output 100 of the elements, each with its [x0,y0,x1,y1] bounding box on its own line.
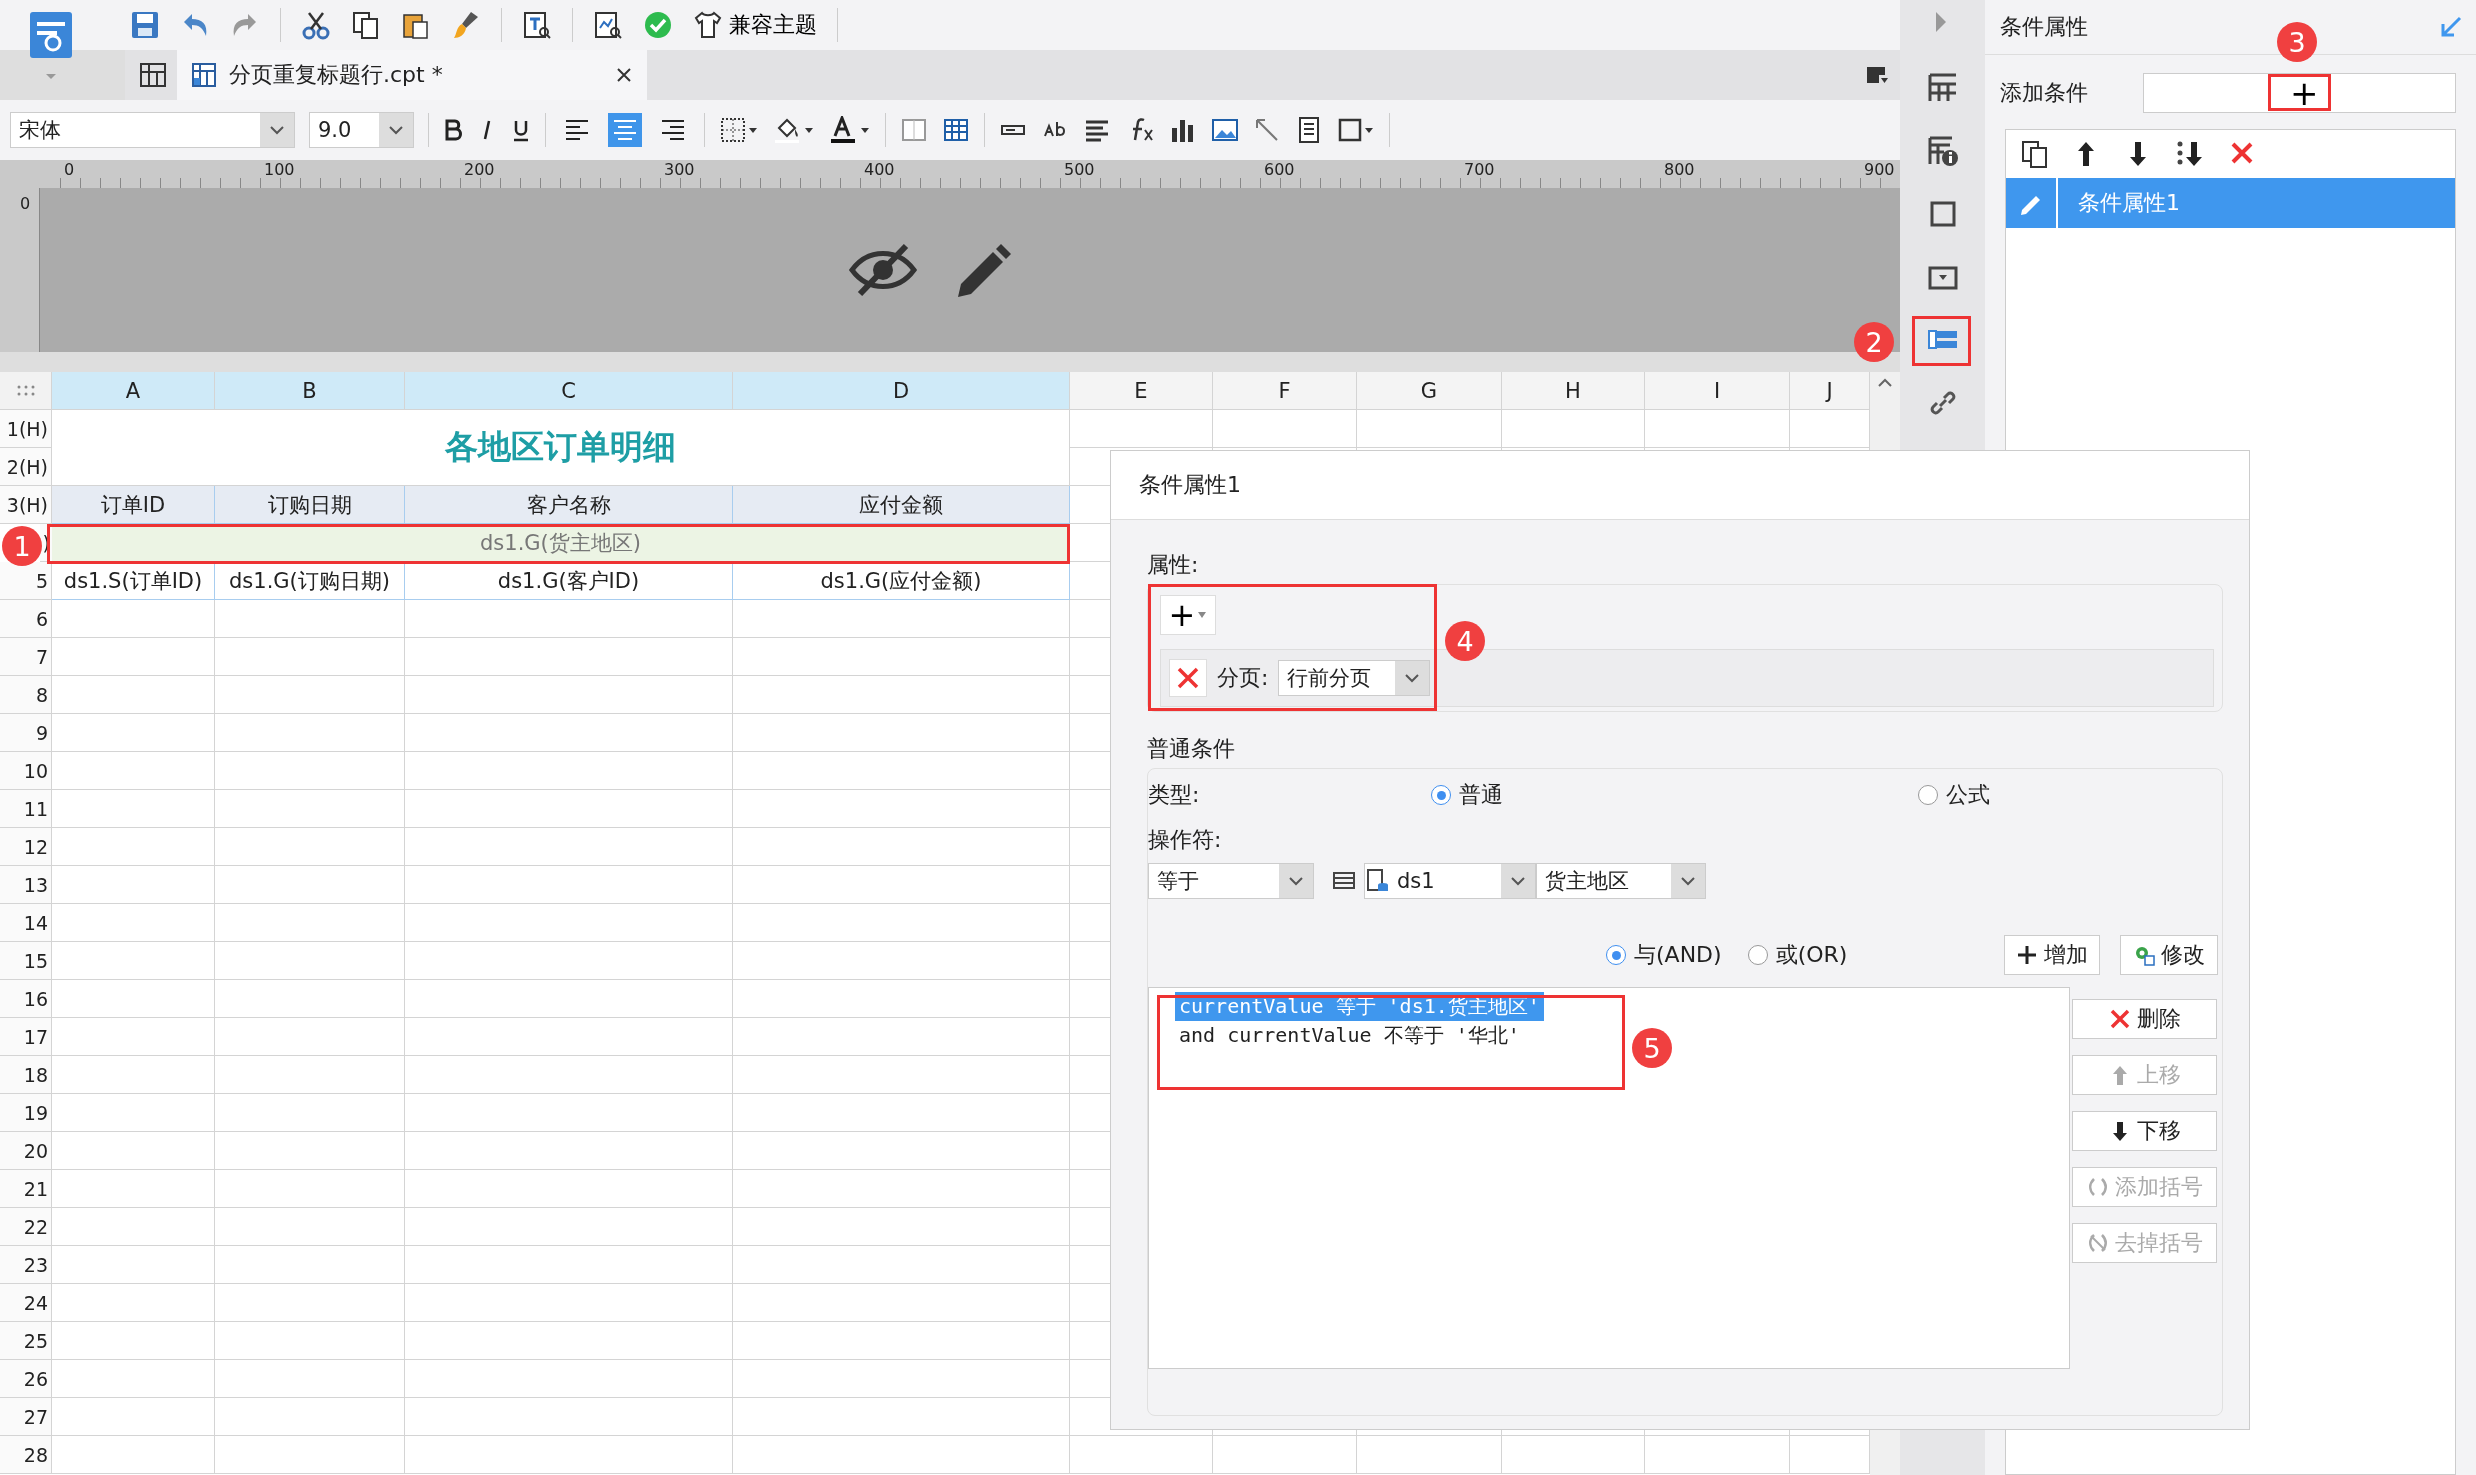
row-header[interactable]: 27 [0,1398,52,1436]
report-title: 各地区订单明细 [52,410,1070,486]
button[interactable]: 删除 [2072,999,2217,1039]
fill-bucket-icon[interactable] [773,116,815,144]
dataset-select[interactable]: ds1 [1364,863,1536,899]
dialog-title: 条件属性1 [1139,471,1241,499]
row-header[interactable]: 15 [0,942,52,980]
column-header[interactable]: E [1070,372,1213,410]
save-icon[interactable] [130,10,160,40]
row-header[interactable]: 3(H) [0,486,52,524]
chevron-icon [1288,876,1304,886]
chart-preview-icon[interactable] [593,10,623,40]
underline-icon[interactable] [511,118,531,142]
column-header[interactable]: G [1357,372,1502,410]
select-all-icon[interactable] [15,383,36,398]
row-header[interactable]: 10 [0,752,52,790]
row-header[interactable]: 19 [0,1094,52,1132]
row-header[interactable]: 8 [0,676,52,714]
row-header[interactable]: 7 [0,638,52,676]
table-cell: 客户名称 [405,486,733,524]
radio-option[interactable]: 公式 [1918,780,1990,810]
preview-icon[interactable] [522,10,552,40]
condition-line[interactable]: and currentValue 不等于 '华北' [1175,1021,1524,1050]
row-header[interactable]: 14 [0,904,52,942]
radio-option[interactable]: 或(OR) [1747,940,1848,970]
size-select[interactable]: 9.0 [309,112,414,148]
border-icon[interactable] [719,116,759,144]
row-header[interactable]: 18 [0,1056,52,1094]
grid-icon[interactable] [139,61,167,89]
table-cell: ds1.G(客户ID) [405,562,733,600]
table-cell: ds1.S(订单ID) [52,562,215,600]
add-condition-field[interactable]: + [2143,73,2456,113]
file-tab[interactable]: 分页重复标题行.cpt * [177,50,647,100]
row-header[interactable]: 5 [0,562,52,600]
button[interactable]: 下移 [2072,1111,2217,1151]
copy-icon[interactable] [351,10,381,40]
remove-attribute-button[interactable] [1169,659,1207,697]
table-cell: 应付金额 [733,486,1070,524]
row-header[interactable]: 24 [0,1284,52,1322]
ruler-label: 900 [1863,160,1896,181]
page-break-select[interactable]: 行前分页 [1278,660,1431,696]
gear-icon [2133,944,2155,966]
operator-select[interactable]: 等于 [1148,863,1314,899]
row-header[interactable]: 25 [0,1322,52,1360]
row-header[interactable]: 9 [0,714,52,752]
copy-icon[interactable] [2020,139,2050,169]
column-header[interactable]: B [215,372,405,410]
column-header[interactable]: C [405,372,733,410]
section-label: 普通条件 [1147,735,1236,763]
align-icon [612,117,638,143]
row-header[interactable]: 11 [0,790,52,828]
column-header[interactable]: F [1213,372,1357,410]
align-center-button[interactable] [608,113,642,147]
ruler-label: 200 [463,160,496,181]
highlight-frame [1912,316,1971,366]
theme-button[interactable]: 兼容主题 [693,10,817,40]
list-icon[interactable] [1332,870,1358,892]
table-icon[interactable] [942,116,970,144]
column-header[interactable]: I [1645,372,1790,410]
column-header[interactable]: H [1502,372,1645,410]
check-icon[interactable] [643,10,673,40]
row-header[interactable]: 21 [0,1170,52,1208]
eye-slash-icon[interactable] [847,242,918,298]
row-header[interactable]: 22 [0,1208,52,1246]
scissors-icon[interactable] [301,10,331,40]
delete-icon [2108,1008,2131,1030]
font-select[interactable]: 宋体 [10,112,295,148]
column-header[interactable]: D [733,372,1070,410]
row-header[interactable]: 23 [0,1246,52,1284]
merge-cells-icon[interactable] [900,116,928,144]
image-icon[interactable] [1211,116,1239,144]
font-color-icon[interactable] [829,116,871,144]
row-header[interactable]: 2(H) [0,448,52,486]
add-condition-label: 添加条件 [2000,79,2089,107]
ruler-label: 700 [1463,160,1496,181]
row-header[interactable]: 12 [0,828,52,866]
radio-option[interactable]: 与(AND) [1606,940,1722,970]
field-label: 类型: [1148,781,1201,809]
frame-icon[interactable] [1337,116,1375,144]
radio-option[interactable]: 普通 [1431,780,1503,810]
row-header[interactable]: 13 [0,866,52,904]
scroll-up-icon[interactable] [1877,378,1893,388]
row-header[interactable]: 16 [0,980,52,1018]
column-header[interactable]: A [52,372,215,410]
row-header[interactable]: 1(H) [0,410,52,448]
section-label: 属性: [1147,551,1200,579]
row-header[interactable]: 28 [0,1436,52,1474]
table-cell: ds1.G(订购日期) [215,562,405,600]
row-header[interactable]: 20 [0,1132,52,1170]
column-header[interactable]: J [1790,372,1870,410]
button[interactable]: 修改 [2120,935,2218,975]
row-header[interactable]: 26 [0,1360,52,1398]
ruler-label: 0 [63,160,76,181]
button[interactable]: 增加 [2004,935,2100,975]
row-header[interactable]: 17 [0,1018,52,1056]
row-header[interactable]: 6 [0,600,52,638]
bold-icon[interactable] [443,118,463,142]
close-icon[interactable] [615,66,633,84]
field-select[interactable]: 货主地区 [1536,863,1706,899]
add-attribute-button[interactable]: + [1160,595,1216,635]
